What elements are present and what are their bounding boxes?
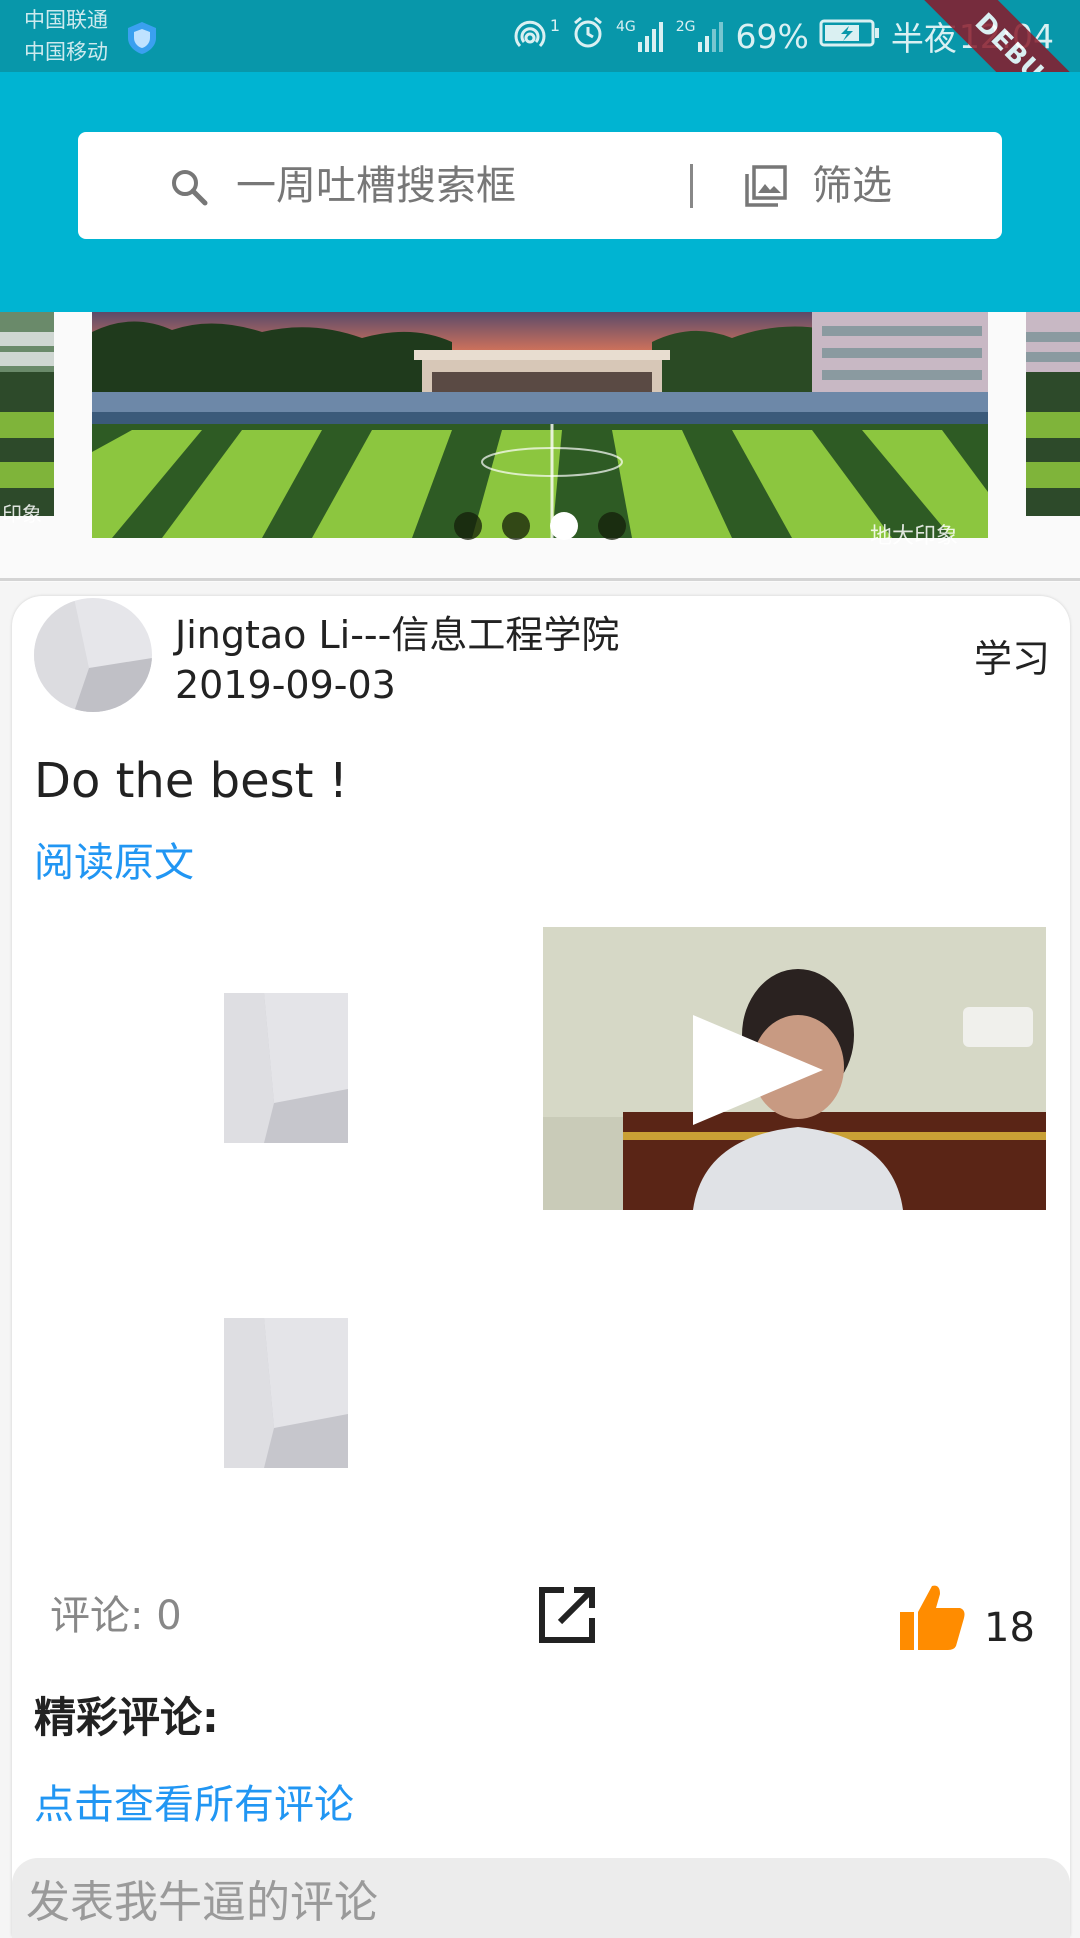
network-type-2: 2G	[675, 19, 696, 35]
battery-percent: 69%	[735, 16, 809, 56]
avatar[interactable]	[34, 598, 152, 712]
carousel-dot-3[interactable]	[550, 512, 578, 540]
carrier-label-2: 中国移动	[24, 40, 108, 64]
carousel-dot-4[interactable]	[598, 512, 626, 540]
hotspot-count: 1	[549, 16, 560, 35]
banner-watermark: 地大印象	[870, 524, 959, 549]
carousel-dot-2[interactable]	[502, 512, 530, 540]
post-author[interactable]: Jingtao Li---信息工程学院	[175, 612, 619, 658]
comments-count[interactable]: 评论: 0	[50, 1592, 182, 1640]
battery-icon	[819, 17, 881, 56]
banner-next-slide[interactable]	[1026, 312, 1080, 516]
comment-input-placeholder[interactable]: 发表我牛逼的评论	[26, 1876, 378, 1930]
post-video[interactable]	[543, 927, 1046, 1210]
signal-2g-icon: 2G	[676, 20, 726, 52]
carrier-label-1: 中国联通	[24, 8, 108, 32]
like-count: 18	[984, 1605, 1035, 1651]
image-filter-icon[interactable]	[744, 164, 788, 208]
search-divider	[690, 164, 693, 208]
open-in-new-icon[interactable]	[538, 1586, 596, 1644]
post-category[interactable]: 学习	[974, 636, 1050, 682]
signal-4g-icon: 4G	[616, 20, 666, 52]
post-date: 2019-09-03	[175, 663, 396, 707]
filter-button[interactable]: 筛选	[812, 162, 892, 210]
post-content: Do the best !	[34, 753, 348, 809]
banner-side-watermark: 印象	[2, 502, 42, 526]
carousel-dot-1[interactable]	[454, 512, 482, 540]
read-original-link[interactable]: 阅读原文	[34, 838, 194, 888]
thumbs-up-icon[interactable]	[898, 1582, 966, 1652]
network-type-1: 4G	[616, 19, 636, 35]
shield-icon	[126, 20, 158, 56]
search-input[interactable]: 一周吐槽搜索框	[236, 162, 516, 210]
post-image-1[interactable]	[224, 993, 348, 1143]
post-image-2[interactable]	[224, 1318, 348, 1468]
alarm-icon	[570, 14, 606, 58]
banner-prev-slide[interactable]	[0, 312, 54, 516]
banner-image[interactable]	[92, 312, 988, 538]
hot-comments-heading: 精彩评论:	[34, 1693, 219, 1742]
section-divider	[0, 578, 1080, 581]
view-all-comments-link[interactable]: 点击查看所有评论	[34, 1780, 354, 1830]
play-icon[interactable]	[693, 1015, 823, 1125]
search-icon[interactable]	[168, 166, 210, 208]
hotspot-icon: 1	[510, 16, 560, 56]
